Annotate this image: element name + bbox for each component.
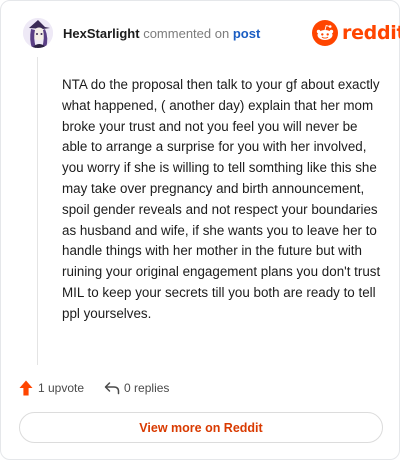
post-link[interactable]: post (233, 26, 260, 41)
witch-avatar-icon (23, 18, 53, 48)
upvote-count: 1 upvote (38, 381, 85, 395)
reply-arrow-icon (104, 382, 120, 395)
comment-embed-card: HexStarlight commented on post reddit NT… (0, 0, 400, 460)
reddit-logo[interactable]: reddit (312, 20, 400, 46)
username-link[interactable]: HexStarlight (63, 26, 140, 41)
upvote-button[interactable]: 1 upvote (19, 380, 84, 396)
reddit-wordmark: reddit (342, 22, 400, 44)
comment-header: HexStarlight commented on post (63, 25, 260, 42)
upvote-arrow-icon (19, 380, 33, 396)
user-avatar[interactable] (23, 18, 53, 48)
replies-count: 0 replies (124, 381, 170, 395)
comment-body: NTA do the proposal then talk to your gf… (62, 77, 381, 321)
view-more-on-reddit-button[interactable]: View more on Reddit (19, 412, 383, 443)
reddit-snoo-icon (312, 20, 338, 46)
thread-line (37, 57, 38, 365)
comment-actions: 1 upvote 0 replies (19, 377, 169, 399)
replies-button[interactable]: 0 replies (104, 381, 169, 395)
commented-on-text: commented on (143, 26, 230, 41)
